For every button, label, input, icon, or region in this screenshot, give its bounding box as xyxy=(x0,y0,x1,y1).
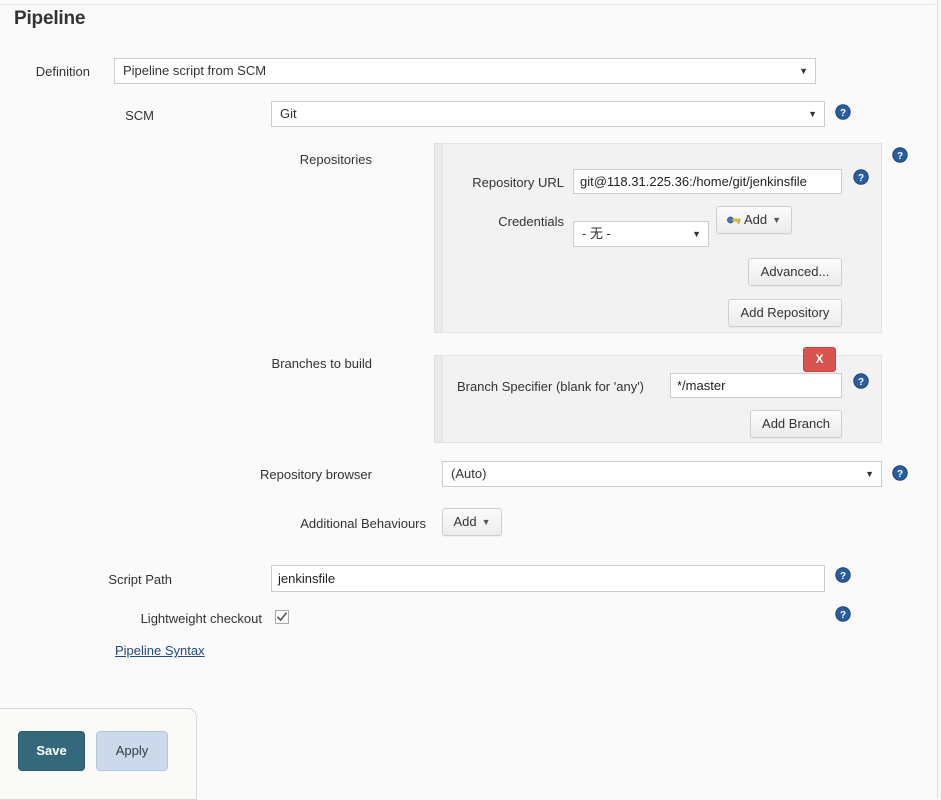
repository-browser-help-icon[interactable]: ? xyxy=(892,465,908,481)
chevron-down-icon: ▼ xyxy=(808,109,817,119)
svg-text:?: ? xyxy=(858,173,864,184)
repositories-drag-handle[interactable] xyxy=(434,143,442,333)
repository-url-label: Repository URL xyxy=(472,175,564,190)
chevron-down-icon: ▼ xyxy=(799,66,808,76)
top-divider xyxy=(0,4,935,5)
svg-text:?: ? xyxy=(840,571,846,582)
lightweight-checkout-checkbox[interactable] xyxy=(275,610,289,624)
script-path-input[interactable]: jenkinsfile xyxy=(271,565,825,592)
repository-browser-select[interactable]: (Auto) ▼ xyxy=(442,461,882,487)
lightweight-checkout-help-icon[interactable]: ? xyxy=(835,606,851,622)
credentials-label: Credentials xyxy=(498,214,564,229)
definition-label: Definition xyxy=(35,64,90,79)
branches-drag-handle[interactable] xyxy=(434,355,442,443)
save-button[interactable]: Save xyxy=(18,731,85,771)
advanced-button[interactable]: Advanced... xyxy=(748,258,842,286)
scm-select-value: Git xyxy=(280,106,297,121)
delete-branch-button[interactable]: X xyxy=(803,347,836,372)
branch-specifier-help-icon[interactable]: ? xyxy=(853,373,869,389)
page-right-border xyxy=(937,0,938,798)
add-repository-button[interactable]: Add Repository xyxy=(728,299,842,327)
branch-specifier-input[interactable]: */master xyxy=(670,373,842,398)
branches-to-build-label: Branches to build xyxy=(271,356,372,371)
page-title: Pipeline xyxy=(14,8,86,29)
scm-help-icon[interactable]: ? xyxy=(835,104,851,120)
repository-url-input[interactable]: git@118.31.225.36:/home/git/jenkinsfile xyxy=(573,169,842,194)
additional-behaviours-label: Additional Behaviours xyxy=(300,516,426,531)
svg-text:?: ? xyxy=(858,377,864,388)
svg-text:?: ? xyxy=(897,469,903,480)
add-behaviour-button[interactable]: Add ▼ xyxy=(442,508,502,536)
scm-select[interactable]: Git ▼ xyxy=(271,101,825,127)
apply-button[interactable]: Apply xyxy=(96,731,168,771)
add-behaviour-label: Add xyxy=(453,514,477,529)
key-icon xyxy=(727,208,741,224)
definition-select[interactable]: Pipeline script from SCM ▼ xyxy=(114,58,816,84)
credentials-select-value: - 无 - xyxy=(582,226,611,241)
chevron-down-icon: ▼ xyxy=(772,215,782,225)
svg-text:?: ? xyxy=(840,610,846,621)
script-path-help-icon[interactable]: ? xyxy=(835,567,851,583)
chevron-down-icon: ▼ xyxy=(481,517,491,527)
add-credentials-label: Add xyxy=(743,212,768,227)
form-action-bar: Save Apply xyxy=(0,708,197,800)
scm-label: SCM xyxy=(125,108,154,123)
definition-select-value: Pipeline script from SCM xyxy=(123,63,267,78)
branch-specifier-label: Branch Specifier (blank for 'any') xyxy=(456,379,644,394)
lightweight-checkout-label: Lightweight checkout xyxy=(140,611,262,626)
chevron-down-icon: ▼ xyxy=(865,469,874,479)
pipeline-syntax-link[interactable]: Pipeline Syntax xyxy=(115,643,205,658)
svg-text:?: ? xyxy=(897,151,903,162)
script-path-label: Script Path xyxy=(108,572,172,587)
repository-url-help-icon[interactable]: ? xyxy=(853,169,869,185)
repository-browser-value: (Auto) xyxy=(451,466,487,481)
repositories-help-icon[interactable]: ? xyxy=(892,147,908,163)
repository-browser-label: Repository browser xyxy=(260,467,372,482)
add-credentials-button[interactable]: Add ▼ xyxy=(716,206,792,234)
credentials-select[interactable]: - 无 - ▼ xyxy=(573,221,709,247)
repositories-label: Repositories xyxy=(299,152,372,167)
add-branch-button[interactable]: Add Branch xyxy=(750,410,842,438)
svg-text:?: ? xyxy=(840,108,846,119)
chevron-down-icon: ▼ xyxy=(692,229,701,239)
